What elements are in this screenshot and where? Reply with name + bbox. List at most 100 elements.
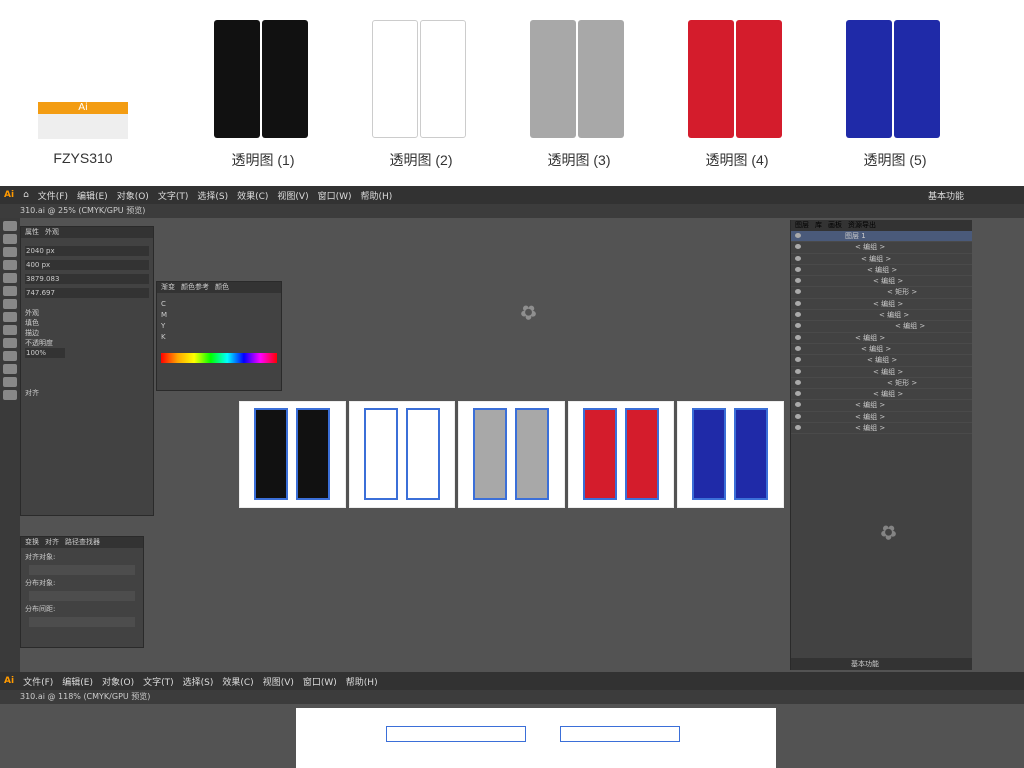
layer-row[interactable]: < 编组 > — [791, 355, 972, 367]
tab-color-guide[interactable]: 颜色参考 — [181, 282, 209, 293]
menu-type[interactable]: 文字(T) — [143, 675, 174, 688]
waistband-front[interactable] — [386, 726, 526, 742]
menu-edit[interactable]: 编辑(E) — [77, 189, 108, 202]
menu-view[interactable]: 视图(V) — [263, 675, 294, 688]
visibility-eye-icon[interactable] — [795, 233, 801, 238]
channel-m[interactable]: M — [161, 311, 277, 319]
tab-align[interactable]: 对齐 — [45, 537, 59, 548]
y-field[interactable]: 747.697 — [25, 288, 149, 298]
layer-row[interactable]: < 编组 > — [791, 389, 972, 401]
channel-y[interactable]: Y — [161, 322, 277, 330]
menu-edit[interactable]: 编辑(E) — [62, 675, 93, 688]
channel-c[interactable]: C — [161, 300, 277, 308]
visibility-eye-icon[interactable] — [795, 391, 801, 397]
menu-select[interactable]: 选择(S) — [183, 675, 214, 688]
menu-effect[interactable]: 效果(C) — [222, 675, 253, 688]
color-spectrum[interactable] — [161, 353, 277, 363]
layer-row[interactable]: < 编组 > — [791, 367, 972, 378]
menu-effect[interactable]: 效果(C) — [237, 189, 268, 202]
menu-select[interactable]: 选择(S) — [197, 189, 228, 202]
layer-row[interactable]: < 编组 > — [791, 400, 972, 412]
layer-row[interactable]: < 矩形 > — [791, 378, 972, 390]
layer-row[interactable]: < 编组 > — [791, 423, 972, 435]
visibility-eye-icon[interactable] — [795, 255, 801, 261]
tab-transform[interactable]: 变换 — [25, 537, 39, 548]
selection-tool-icon[interactable] — [3, 221, 17, 231]
pants-back[interactable] — [405, 408, 440, 500]
type-tool-icon[interactable] — [3, 273, 17, 283]
visibility-eye-icon[interactable] — [795, 345, 801, 351]
artboard-white[interactable] — [348, 401, 456, 508]
visibility-eye-icon[interactable] — [795, 402, 801, 408]
visibility-eye-icon[interactable] — [795, 425, 801, 431]
zoom-tool-icon[interactable] — [3, 390, 17, 400]
layer-row[interactable]: < 编组 > — [791, 276, 972, 288]
pen-tool-icon[interactable] — [3, 260, 17, 270]
menu-window[interactable]: 窗口(W) — [318, 189, 352, 202]
distribute-buttons[interactable] — [29, 591, 135, 601]
artboard-blue[interactable] — [677, 401, 784, 508]
visibility-eye-icon[interactable] — [795, 278, 801, 284]
pants-back[interactable] — [624, 408, 659, 500]
visibility-eye-icon[interactable] — [795, 357, 801, 363]
ai-file-thumbnail[interactable]: Ai FZYS310 — [28, 14, 138, 166]
height-field[interactable]: 400 px — [25, 260, 149, 270]
tab-properties[interactable]: 属性 — [25, 227, 39, 238]
align-buttons[interactable] — [29, 565, 135, 575]
layer-row[interactable]: < 编组 > — [791, 333, 972, 344]
layer-row[interactable]: < 编组 > — [791, 321, 972, 333]
pencil-tool-icon[interactable] — [3, 325, 17, 335]
spacing-buttons[interactable] — [29, 617, 135, 627]
tab-libraries[interactable]: 库 — [815, 220, 822, 231]
pants-front[interactable] — [254, 408, 288, 500]
tab-appearance[interactable]: 外观 — [45, 227, 59, 238]
menu-view[interactable]: 视图(V) — [277, 189, 308, 202]
layer-row[interactable]: < 编组 > — [791, 412, 972, 424]
zoomed-artboard[interactable] — [296, 708, 776, 768]
menu-help[interactable]: 帮助(H) — [361, 189, 393, 202]
tab-color[interactable]: 颜色 — [215, 282, 229, 293]
visibility-eye-icon[interactable] — [795, 244, 801, 250]
scale-tool-icon[interactable] — [3, 364, 17, 374]
magic-wand-icon[interactable] — [3, 247, 17, 257]
brush-tool-icon[interactable] — [3, 312, 17, 322]
thumbnail-4[interactable]: 透明图 (4) — [682, 14, 792, 170]
visibility-eye-icon[interactable] — [795, 323, 801, 329]
layer-row-root[interactable]: 图层 1 — [791, 231, 972, 243]
tab-pathfinder[interactable]: 路径查找器 — [65, 537, 100, 548]
layer-row[interactable]: < 编组 > — [791, 344, 972, 356]
layer-row[interactable]: < 编组 > — [791, 254, 972, 265]
pants-back[interactable] — [734, 408, 769, 500]
visibility-eye-icon[interactable] — [795, 368, 801, 374]
menu-window[interactable]: 窗口(W) — [303, 675, 337, 688]
visibility-eye-icon[interactable] — [795, 300, 801, 306]
layer-row[interactable]: < 编组 > — [791, 242, 972, 254]
width-field[interactable]: 2040 px — [25, 246, 149, 256]
line-tool-icon[interactable] — [3, 286, 17, 296]
visibility-eye-icon[interactable] — [795, 289, 801, 295]
document-tab[interactable]: 310.ai @ 25% (CMYK/GPU 预览) — [0, 204, 1024, 218]
hand-tool-icon[interactable] — [3, 377, 17, 387]
eraser-tool-icon[interactable] — [3, 338, 17, 348]
waistband-back[interactable] — [560, 726, 680, 742]
workspace-switcher[interactable]: 基本功能 — [928, 189, 964, 202]
visibility-eye-icon[interactable] — [795, 379, 801, 385]
tab-gradient[interactable]: 渐变 — [161, 282, 175, 293]
x-field[interactable]: 3879.083 — [25, 274, 149, 284]
artboard-red[interactable] — [567, 401, 675, 508]
visibility-eye-icon[interactable] — [795, 312, 801, 318]
artboard-black[interactable] — [239, 401, 346, 508]
layer-row[interactable]: < 矩形 > — [791, 287, 972, 299]
menu-object[interactable]: 对象(O) — [102, 675, 134, 688]
layer-row[interactable]: < 编组 > — [791, 265, 972, 277]
layer-row[interactable]: < 编组 > — [791, 299, 972, 311]
layer-row[interactable]: < 编组 > — [791, 310, 972, 322]
pants-front[interactable] — [582, 408, 617, 500]
pants-back[interactable] — [515, 408, 550, 500]
pants-front[interactable] — [692, 408, 727, 500]
menu-help[interactable]: 帮助(H) — [346, 675, 378, 688]
pants-front[interactable] — [473, 408, 508, 500]
menu-file[interactable]: 文件(F) — [38, 189, 68, 202]
menu-object[interactable]: 对象(O) — [117, 189, 149, 202]
visibility-eye-icon[interactable] — [795, 334, 801, 340]
